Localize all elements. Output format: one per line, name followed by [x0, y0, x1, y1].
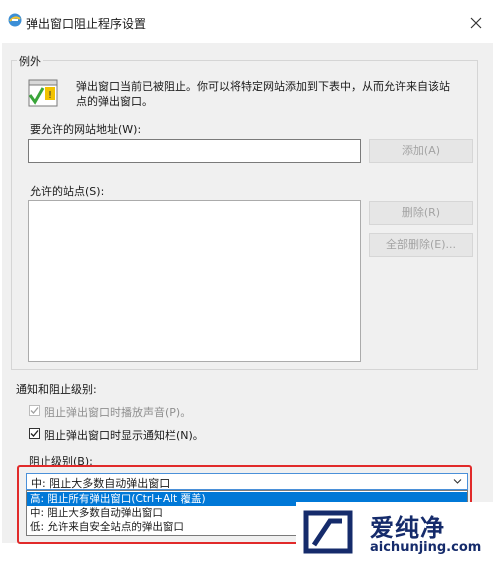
- exceptions-legend: 例外: [17, 53, 43, 69]
- watermark: 爱纯净 aichunjing.com: [296, 502, 495, 563]
- watermark-logo-icon: [303, 510, 353, 554]
- allowed-sites-label: 允许的站点(S):: [30, 185, 105, 198]
- play-sound-label: 阻止弹出窗口时播放声音(P)。: [44, 406, 192, 419]
- title-bar: 弹出窗口阻止程序设置: [0, 0, 495, 44]
- remove-all-button[interactable]: 全部删除(E)...: [369, 233, 473, 257]
- popup-blocked-icon: !: [28, 79, 58, 107]
- internet-explorer-icon: [8, 13, 22, 27]
- website-address-label: 要允许的网站地址(W):: [30, 123, 142, 136]
- show-notification-bar-label: 阻止弹出窗口时显示通知栏(N)。: [44, 429, 204, 442]
- notifications-legend: 通知和阻止级别:: [16, 383, 97, 396]
- allowed-sites-list[interactable]: [28, 200, 361, 362]
- close-icon[interactable]: [466, 13, 486, 33]
- exceptions-description-line2: 点的弹出窗口。: [76, 95, 153, 108]
- watermark-url: aichunjing.com: [370, 540, 482, 555]
- svg-text:!: !: [48, 90, 52, 101]
- exceptions-description-line1: 弹出窗口当前已被阻止。你可以将特定网站添加到下表中，从而允许来自该站: [76, 80, 450, 93]
- show-notification-bar-checkbox[interactable]: [29, 428, 40, 439]
- checkmark-icon: [30, 430, 39, 437]
- website-address-input[interactable]: [28, 139, 361, 163]
- watermark-name: 爱纯净: [370, 514, 445, 542]
- window-title: 弹出窗口阻止程序设置: [26, 17, 147, 31]
- play-sound-checkbox[interactable]: [29, 405, 40, 416]
- remove-button[interactable]: 删除(R): [369, 201, 473, 225]
- add-button[interactable]: 添加(A): [369, 139, 473, 163]
- checkmark-icon: [30, 407, 39, 414]
